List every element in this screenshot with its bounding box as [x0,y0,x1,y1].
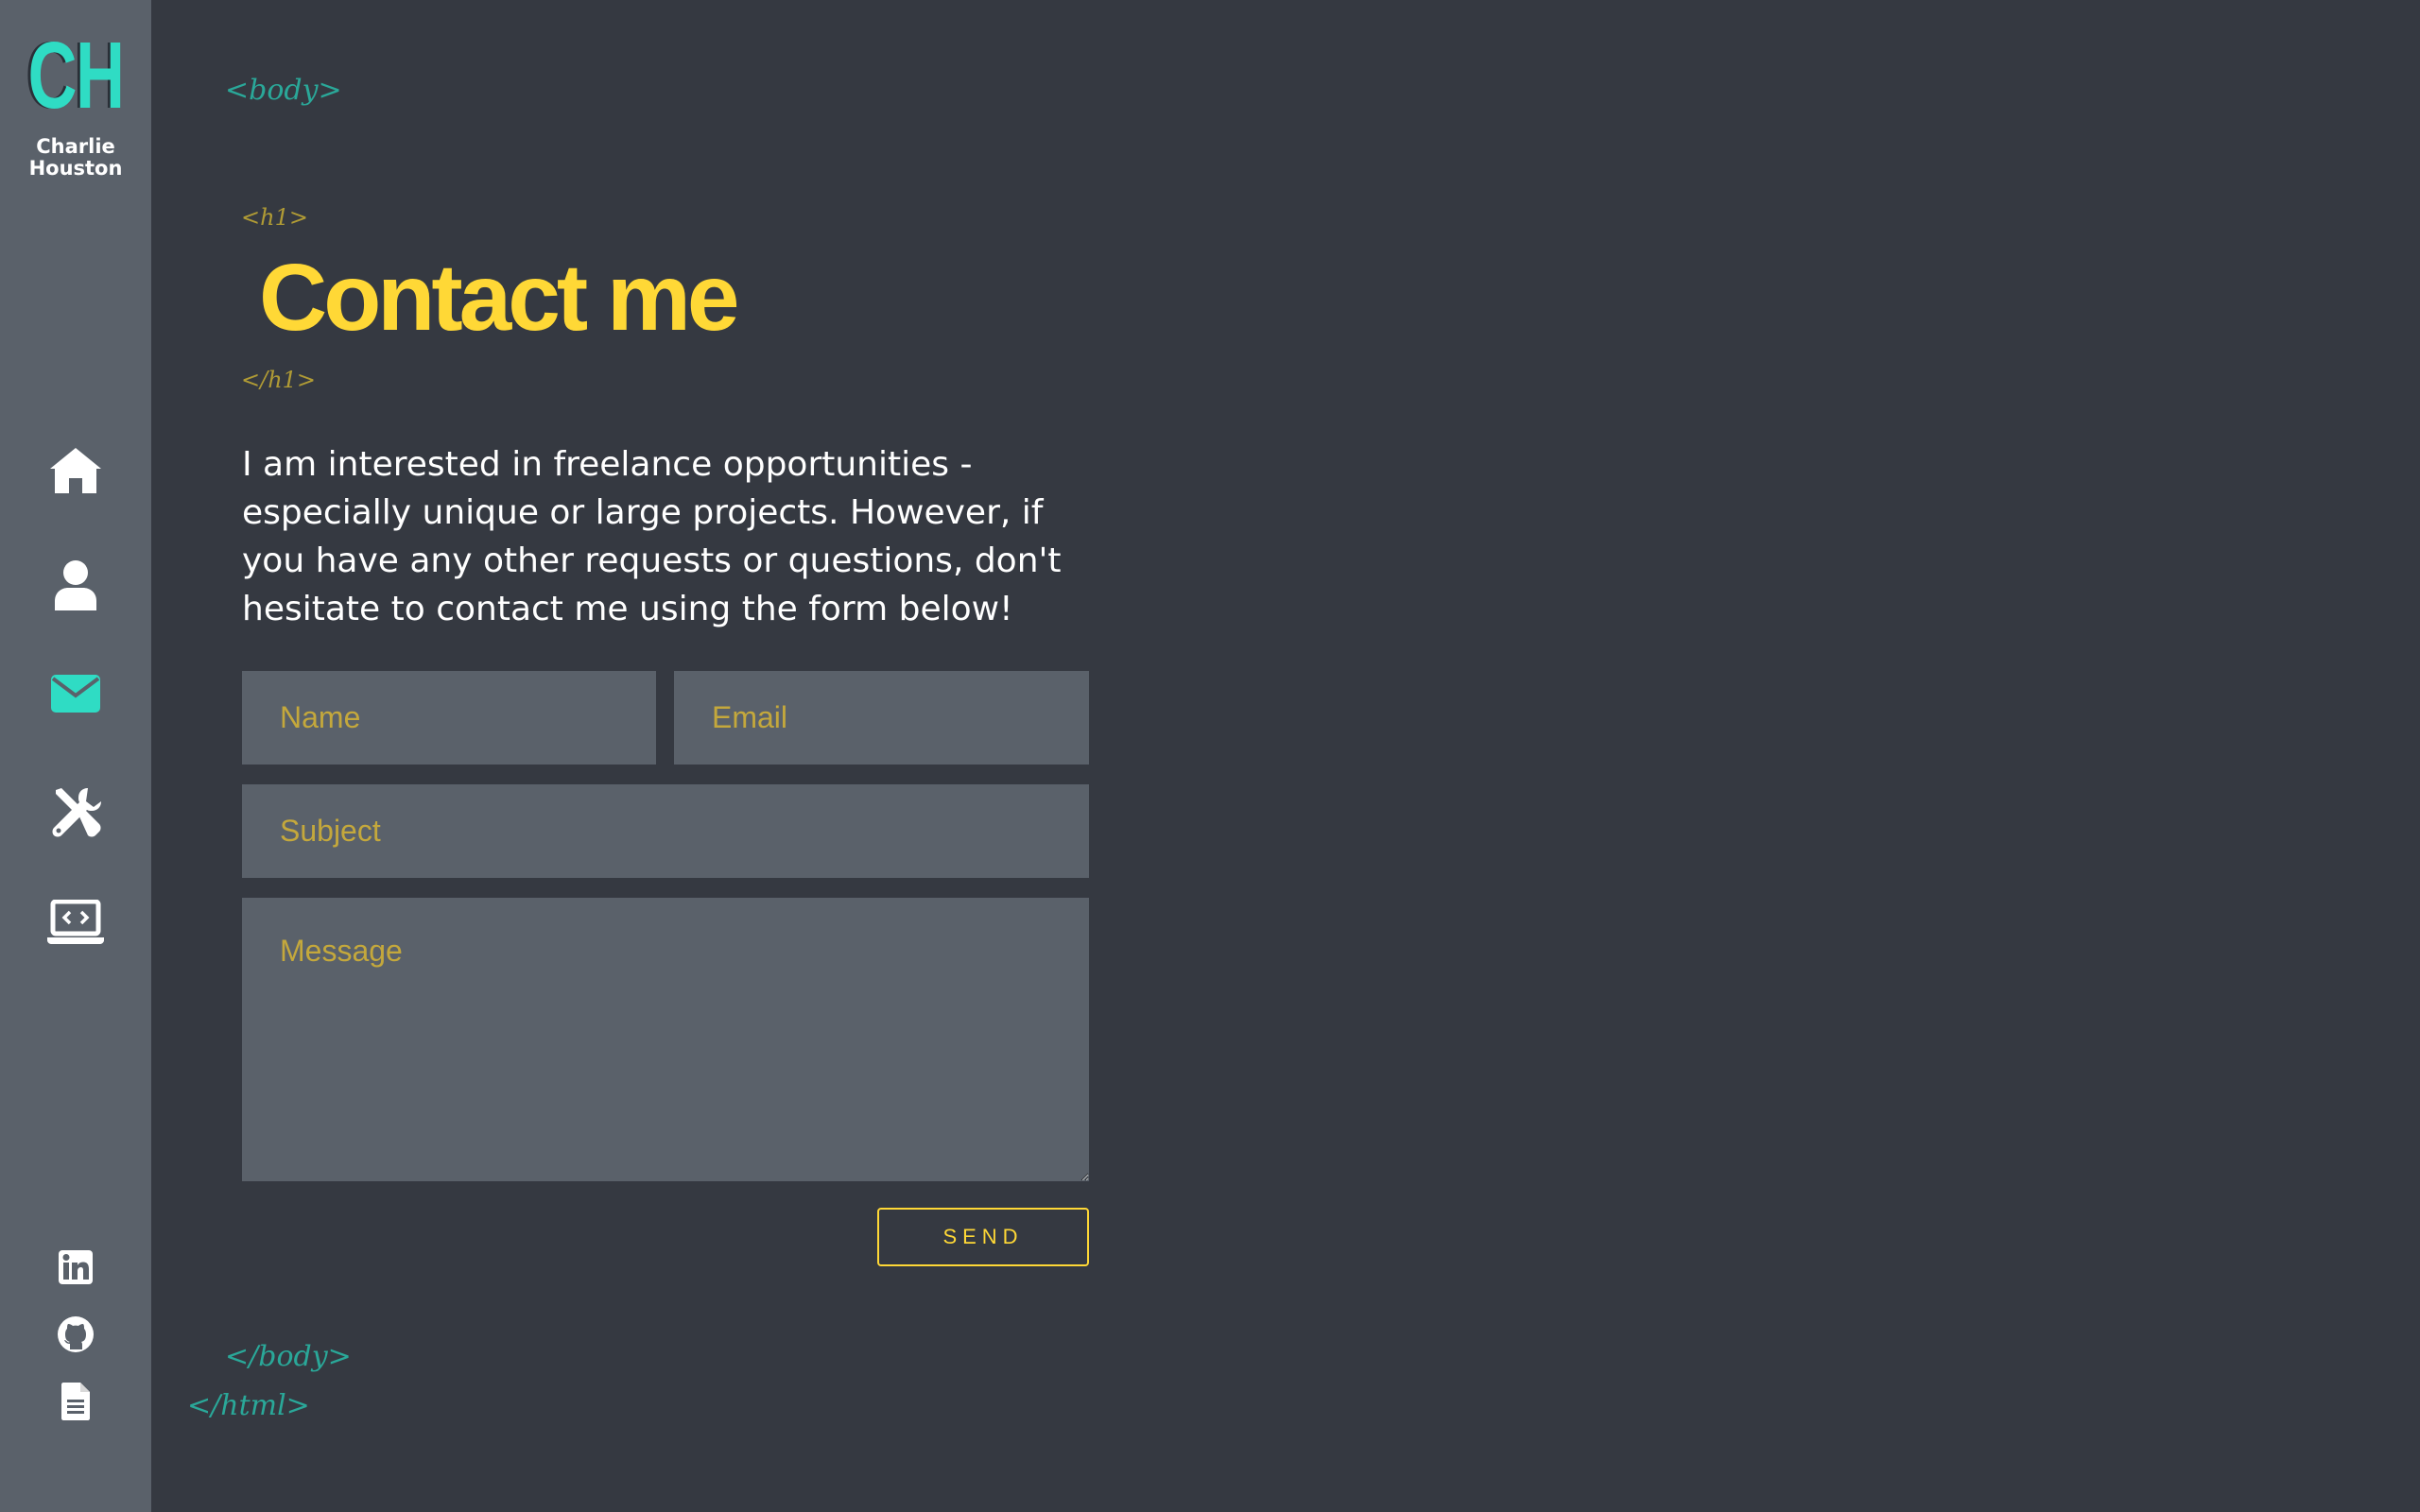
logo-name-first: Charlie [36,135,115,158]
linkedin-link[interactable] [0,1246,151,1312]
document-icon [61,1383,90,1420]
send-button[interactable]: SEND [877,1208,1089,1266]
social-links [0,1246,151,1444]
sidebar: CH Charlie Houston [0,0,151,1512]
body-open-tag: <body> [225,74,342,107]
name-input[interactable] [242,671,656,765]
home-icon [50,448,101,493]
resume-link[interactable] [0,1378,151,1444]
h1-close-tag: </h1> [241,367,317,393]
linkedin-icon [59,1250,93,1284]
message-textarea[interactable] [242,898,1089,1181]
html-close-tag: </html> [187,1389,310,1422]
nav-portfolio[interactable] [0,888,151,1002]
subject-input[interactable] [242,784,1089,878]
nav-about[interactable] [0,548,151,662]
tools-icon [52,788,101,837]
nav-skills[interactable] [0,775,151,888]
body-close-tag: </body> [225,1340,352,1373]
email-input[interactable] [674,671,1089,765]
sidebar-nav [0,435,151,1002]
nav-home[interactable] [0,435,151,548]
logo[interactable]: CH Charlie Houston [0,28,151,180]
logo-name-last: Houston [28,157,123,180]
logo-initials: CH [27,23,125,129]
github-icon [58,1316,94,1352]
h1-open-tag: <h1> [241,204,308,231]
laptop-code-icon [47,899,104,944]
page-title: Contact me [259,245,740,351]
intro-text: I am interested in freelance opportuniti… [242,445,1062,628]
nav-contact[interactable] [0,662,151,775]
envelope-icon [51,675,100,713]
user-icon [55,560,96,610]
github-link[interactable] [0,1312,151,1378]
